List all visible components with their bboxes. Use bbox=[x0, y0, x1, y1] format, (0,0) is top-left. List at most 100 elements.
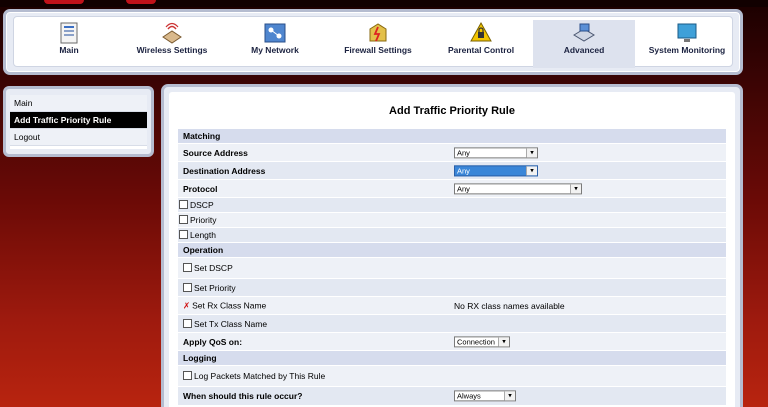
top-nav-inner: Main Wireless Settings My Network Firewa… bbox=[13, 16, 733, 68]
set-dscp-option: Set DSCP bbox=[183, 263, 233, 273]
apply-qos-select[interactable]: Connection ▾ bbox=[454, 336, 510, 348]
main-panel: Add Traffic Priority Rule Matching Sourc… bbox=[161, 84, 743, 407]
when-label: When should this rule occur? bbox=[183, 391, 303, 401]
dscp-label: DSCP bbox=[190, 200, 214, 210]
error-x-icon: ✗ bbox=[183, 300, 191, 310]
destination-address-label: Destination Address bbox=[183, 165, 266, 176]
protocol-label: Protocol bbox=[183, 183, 218, 194]
destination-address-value: Any bbox=[457, 166, 470, 176]
wireless-icon bbox=[162, 22, 182, 44]
source-address-value: Any bbox=[457, 148, 470, 158]
length-checkbox[interactable] bbox=[179, 230, 188, 239]
row-dscp: DSCP bbox=[178, 198, 726, 213]
nav-label: System Monitoring bbox=[648, 45, 726, 55]
nav-item-my-network[interactable]: My Network bbox=[224, 20, 326, 68]
log-packets-option: Log Packets Matched by This Rule bbox=[183, 371, 325, 381]
row-set-rx-class: ✗ Set Rx Class Name No RX class names ava… bbox=[178, 297, 726, 315]
sidebar: Main Add Traffic Priority Rule Logout bbox=[3, 86, 154, 157]
source-address-select[interactable]: Any ▾ bbox=[454, 147, 538, 159]
priority-checkbox[interactable] bbox=[179, 215, 188, 224]
section-label: Logging bbox=[183, 353, 217, 363]
log-packets-label: Log Packets Matched by This Rule bbox=[194, 371, 326, 381]
sidebar-item-main[interactable]: Main bbox=[10, 95, 147, 112]
set-rx-class-option: ✗ Set Rx Class Name bbox=[183, 300, 266, 311]
section-matching: Matching bbox=[178, 129, 726, 144]
chevron-down-icon: ▾ bbox=[570, 184, 581, 194]
set-rx-class-label: Set Rx Class Name bbox=[192, 300, 267, 310]
nav-label: Main bbox=[59, 45, 79, 55]
nav-item-system-monitoring[interactable]: System Monitoring bbox=[636, 20, 738, 68]
set-tx-class-label: Set Tx Class Name bbox=[194, 318, 268, 329]
apply-qos-label: Apply QoS on: bbox=[183, 336, 243, 347]
set-dscp-checkbox[interactable] bbox=[183, 263, 192, 272]
apply-qos-value: Connection bbox=[457, 337, 495, 347]
nav-label: Parental Control bbox=[447, 45, 515, 55]
set-priority-checkbox[interactable] bbox=[183, 282, 192, 292]
row-when: When should this rule occur? Always ▾ bbox=[178, 387, 726, 406]
section-label: Operation bbox=[183, 245, 224, 255]
priority-label: Priority bbox=[190, 215, 217, 225]
row-source-address: Source Address Any ▾ bbox=[178, 144, 726, 162]
set-priority-option: Set Priority bbox=[183, 282, 236, 293]
protocol-select[interactable]: Any ▾ bbox=[454, 183, 582, 195]
row-destination-address: Destination Address Any ▾ bbox=[178, 162, 726, 180]
monitor-icon bbox=[677, 23, 697, 42]
chevron-down-icon: ▾ bbox=[526, 148, 537, 158]
set-dscp-label: Set DSCP bbox=[194, 263, 233, 273]
sidebar-item-logout[interactable]: Logout bbox=[10, 129, 147, 146]
set-rx-class-value: No RX class names available bbox=[454, 300, 565, 311]
lock-icon bbox=[470, 21, 492, 42]
main-icon bbox=[60, 22, 78, 44]
brand-logo-part bbox=[126, 0, 156, 4]
chevron-down-icon: ▾ bbox=[504, 391, 515, 401]
dscp-option: DSCP bbox=[179, 200, 214, 210]
row-apply-qos: Apply QoS on: Connection ▾ bbox=[178, 333, 726, 351]
length-label: Length bbox=[190, 230, 216, 240]
brand-logo-part bbox=[44, 0, 84, 4]
nav-item-parental-control[interactable]: Parental Control bbox=[430, 20, 532, 68]
chevron-down-icon: ▾ bbox=[498, 337, 509, 347]
nav-label: Advanced bbox=[563, 45, 605, 55]
protocol-value: Any bbox=[457, 184, 470, 194]
row-set-dscp: Set DSCP bbox=[178, 258, 726, 279]
row-set-priority: Set Priority bbox=[178, 279, 726, 297]
page-title: Add Traffic Priority Rule bbox=[389, 105, 515, 117]
section-logging: Logging bbox=[178, 351, 726, 366]
nav-item-wireless-settings[interactable]: Wireless Settings bbox=[121, 20, 223, 68]
set-tx-class-checkbox[interactable] bbox=[183, 318, 192, 328]
set-tx-class-option: Set Tx Class Name bbox=[183, 318, 268, 329]
sidebar-inner: Main Add Traffic Priority Rule Logout bbox=[10, 95, 147, 149]
when-cell: Always ▾ bbox=[454, 390, 516, 402]
network-icon bbox=[264, 23, 286, 43]
destination-address-select[interactable]: Any ▾ bbox=[454, 165, 538, 177]
protocol-cell: Any ▾ bbox=[454, 183, 582, 195]
top-nav: Main Wireless Settings My Network Firewa… bbox=[3, 9, 743, 75]
nav-label: Firewall Settings bbox=[344, 45, 412, 55]
row-priority: Priority bbox=[178, 213, 726, 228]
rule-form: Matching Source Address Any ▾ Destinatio… bbox=[178, 129, 726, 406]
chevron-down-icon: ▾ bbox=[526, 166, 537, 176]
nav-item-main[interactable]: Main bbox=[18, 20, 120, 68]
brand-strip bbox=[0, 0, 768, 7]
source-address-cell: Any ▾ bbox=[454, 147, 538, 159]
when-select[interactable]: Always ▾ bbox=[454, 390, 516, 402]
row-length: Length bbox=[178, 228, 726, 243]
source-address-label: Source Address bbox=[183, 147, 248, 158]
row-log-packets: Log Packets Matched by This Rule bbox=[178, 366, 726, 387]
length-option: Length bbox=[179, 230, 216, 240]
sidebar-item-add-traffic-priority-rule[interactable]: Add Traffic Priority Rule bbox=[10, 112, 147, 129]
row-set-tx-class: Set Tx Class Name bbox=[178, 315, 726, 333]
nav-label: My Network bbox=[251, 45, 299, 55]
when-value: Always bbox=[457, 391, 481, 401]
advanced-icon bbox=[573, 23, 595, 42]
nav-label: Wireless Settings bbox=[136, 45, 208, 55]
log-packets-checkbox[interactable] bbox=[183, 371, 192, 380]
priority-option: Priority bbox=[179, 215, 216, 225]
nav-item-advanced[interactable]: Advanced bbox=[533, 20, 635, 68]
nav-item-firewall-settings[interactable]: Firewall Settings bbox=[327, 20, 429, 68]
section-label: Matching bbox=[183, 131, 221, 141]
firewall-icon bbox=[369, 23, 387, 42]
destination-address-cell: Any ▾ bbox=[454, 165, 538, 177]
main-panel-inner: Add Traffic Priority Rule Matching Sourc… bbox=[169, 92, 735, 407]
dscp-checkbox[interactable] bbox=[179, 200, 188, 209]
